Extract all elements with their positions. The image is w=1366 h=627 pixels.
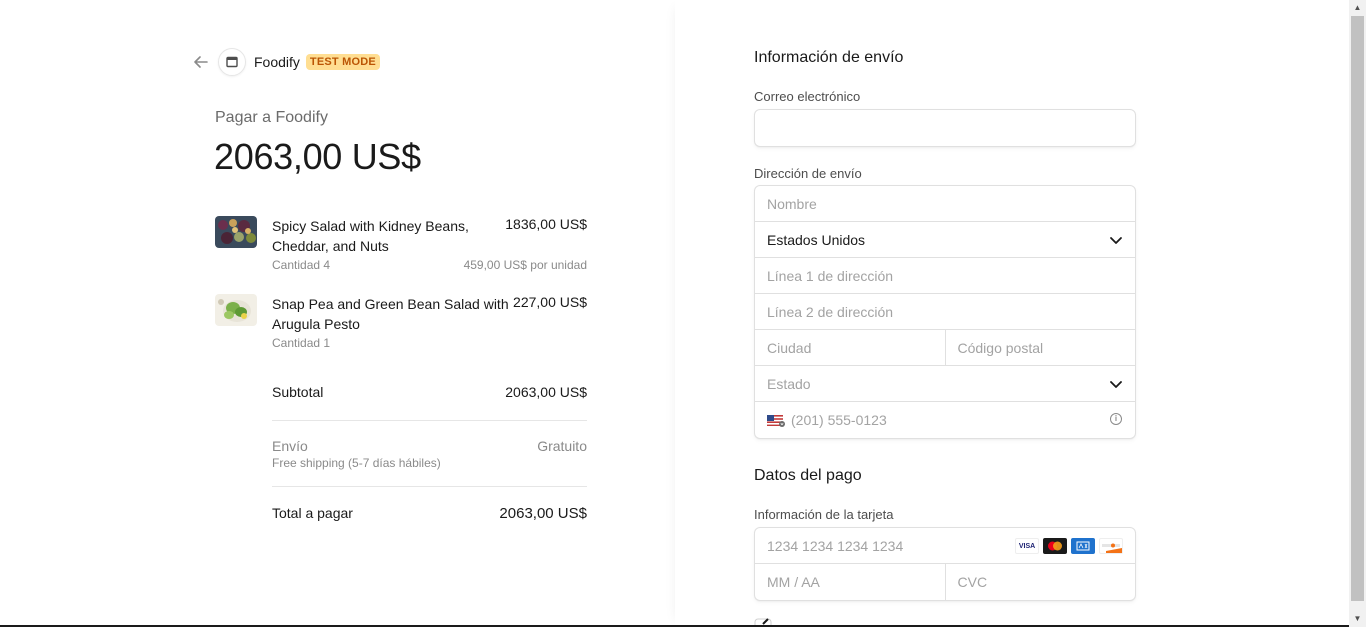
product-image	[215, 294, 257, 326]
expiry-cvc-row: MM / AA CVC	[755, 564, 1135, 600]
store-icon	[218, 48, 246, 76]
subtotal-label: Subtotal	[272, 384, 324, 400]
visa-icon: VISA	[1015, 538, 1039, 554]
pay-to-label: Pagar a Foodify	[215, 109, 328, 126]
country-value: Estados Unidos	[767, 231, 866, 248]
item-quantity: Cantidad 1	[272, 336, 331, 350]
line-item: Spicy Salad with Kidney Beans, Cheddar, …	[215, 216, 587, 276]
info-icon[interactable]: i	[1110, 413, 1122, 425]
shipping-note-row: Free shipping (5-7 días hábiles)	[272, 456, 587, 470]
test-mode-badge: TEST MODE	[305, 54, 380, 70]
phone-placeholder: (201) 555-0123	[791, 412, 887, 428]
city-field[interactable]: Ciudad	[755, 330, 946, 365]
card-brands: VISA	[1015, 538, 1123, 554]
scrollbar-thumb[interactable]	[1351, 16, 1364, 601]
expiry-field[interactable]: MM / AA	[755, 564, 946, 600]
address-line2-field[interactable]: Línea 2 de dirección	[755, 294, 1135, 330]
card-number-placeholder: 1234 1234 1234 1234	[767, 537, 904, 554]
chevron-down-icon	[1110, 381, 1122, 388]
subtotal-value: 2063,00 US$	[505, 384, 587, 400]
order-summary-pane: Foodify TEST MODE Pagar a Foodify 2063,0…	[0, 0, 675, 627]
total-row: Total a pagar 2063,00 US$	[272, 505, 587, 522]
shipping-value: Gratuito	[537, 438, 587, 454]
mastercard-icon	[1043, 538, 1067, 554]
total-value: 2063,00 US$	[499, 505, 587, 522]
city-postal-row: Ciudad Código postal	[755, 330, 1135, 366]
line-item: Snap Pea and Green Bean Salad with Arugu…	[215, 294, 587, 354]
discover-icon	[1099, 538, 1123, 554]
shipping-label: Envío	[272, 438, 308, 454]
divider	[272, 420, 587, 421]
scroll-up-icon[interactable]: ▲	[1349, 0, 1366, 16]
us-flag-icon	[767, 414, 785, 427]
phone-field[interactable]: (201) 555-0123 i	[755, 402, 1135, 438]
header: Foodify TEST MODE	[192, 48, 380, 76]
chevron-down-icon	[1110, 237, 1122, 244]
address-label: Dirección de envío	[754, 166, 862, 181]
shipping-row: Envío Gratuito	[272, 438, 587, 454]
item-quantity: Cantidad 4	[272, 258, 331, 272]
card-number-field[interactable]: 1234 1234 1234 1234 VISA	[755, 528, 1135, 564]
cvc-field[interactable]: CVC	[946, 564, 1136, 600]
scroll-down-icon[interactable]: ▼	[1349, 611, 1366, 627]
state-placeholder: Estado	[767, 375, 811, 392]
state-select[interactable]: Estado	[755, 366, 1135, 402]
total-label: Total a pagar	[272, 505, 353, 521]
subtotal-row: Subtotal 2063,00 US$	[272, 384, 587, 400]
divider	[272, 486, 587, 487]
card-info-label: Información de la tarjeta	[754, 507, 894, 522]
product-image	[215, 216, 257, 248]
address-fields: Nombre Estados Unidos Línea 1 de direcci…	[754, 185, 1136, 439]
shipping-title: Información de envío	[754, 49, 904, 66]
merchant-name: Foodify	[254, 54, 300, 70]
shipping-note: Free shipping (5-7 días hábiles)	[272, 456, 441, 470]
total-amount: 2063,00 US$	[214, 136, 421, 177]
email-field[interactable]	[754, 109, 1136, 147]
vertical-scrollbar[interactable]: ▲ ▼	[1349, 0, 1366, 627]
email-label: Correo electrónico	[754, 89, 861, 104]
card-fields: 1234 1234 1234 1234 VISA MM / AA CVC	[754, 527, 1136, 601]
payment-title: Datos del pago	[754, 467, 862, 484]
item-name: Spicy Salad with Kidney Beans, Cheddar, …	[272, 218, 469, 254]
postal-code-field[interactable]: Código postal	[946, 330, 1136, 365]
item-price: 227,00 US$	[513, 294, 587, 310]
item-price: 1836,00 US$	[505, 216, 587, 232]
item-unit-price: 459,00 US$ por unidad	[463, 258, 587, 272]
country-select[interactable]: Estados Unidos	[755, 222, 1135, 258]
address-line1-field[interactable]: Línea 1 de dirección	[755, 258, 1135, 294]
name-field[interactable]: Nombre	[755, 186, 1135, 222]
item-name: Snap Pea and Green Bean Salad with Arugu…	[272, 296, 509, 332]
back-arrow-icon[interactable]	[192, 53, 210, 71]
amex-icon	[1071, 538, 1095, 554]
